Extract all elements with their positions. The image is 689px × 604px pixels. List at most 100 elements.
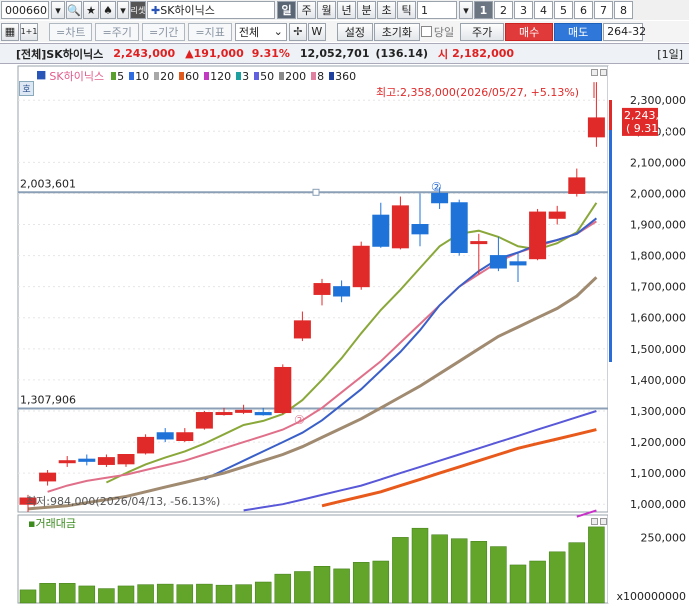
period-day-button[interactable]: 일: [277, 1, 296, 19]
w-icon[interactable]: W: [307, 22, 326, 41]
volume-bar: [352, 562, 370, 604]
market-filter-select[interactable]: 전체 ⌄: [234, 22, 287, 41]
legend-swatch: [329, 72, 335, 80]
menu-dropdown-button[interactable]: ▾: [117, 1, 129, 19]
period-month-button[interactable]: 월: [317, 1, 336, 19]
crosshair-icon[interactable]: ✢: [288, 22, 307, 41]
period-minute-label: 분: [361, 4, 372, 17]
minimize-icon[interactable]: [591, 69, 598, 76]
buy-button[interactable]: 매수: [505, 22, 554, 41]
one-plus-one-icon[interactable]: 1+1: [20, 22, 38, 41]
legend-item-360[interactable]: 360: [329, 68, 356, 84]
legend-item-3[interactable]: 3: [236, 68, 249, 84]
legend-item-8[interactable]: 8: [311, 68, 324, 84]
info-open-label: 시: [438, 47, 449, 61]
axis-panel: [608, 66, 689, 603]
legend-item-5[interactable]: 5: [111, 68, 124, 84]
search-icon[interactable]: 🔍: [66, 1, 82, 19]
volume-title: ▪거래대금: [28, 517, 76, 530]
high-annotation: 최고:2,358,000(2026/05/27, +5.13%): [376, 86, 579, 99]
current-price-value: 2,243,000: [624, 109, 680, 122]
sell-button[interactable]: 매도: [554, 22, 603, 41]
legend-item-200[interactable]: 200: [279, 68, 306, 84]
volume-bar: [176, 584, 194, 604]
legend-label: 20: [160, 69, 175, 83]
stock-code-field[interactable]: 000660: [1, 1, 49, 19]
legend-item-50[interactable]: 50: [254, 68, 274, 84]
volume-panel-controls[interactable]: [591, 518, 607, 525]
chart-count-8[interactable]: 8: [614, 1, 633, 19]
candle-body: [195, 412, 213, 429]
legend-item-10[interactable]: 10: [129, 68, 149, 84]
close-icon[interactable]: [600, 518, 607, 525]
price-panel-controls[interactable]: [591, 69, 607, 76]
reset-label: 리셋: [130, 5, 146, 15]
period-second-button[interactable]: 초: [377, 1, 396, 19]
period-month-label: 월: [321, 4, 332, 17]
volume-bar: [117, 585, 135, 604]
info-volume-ratio: (136.14): [375, 47, 429, 60]
chart-count-2[interactable]: 2: [494, 1, 513, 19]
candle-body: [470, 241, 488, 245]
legend-item-120[interactable]: 120: [204, 68, 231, 84]
price-button[interactable]: 주가: [460, 22, 505, 41]
stock-name-field[interactable]: ✚ SK하이닉스: [147, 1, 275, 19]
chevron-down-icon: ⌄: [273, 25, 283, 38]
candle-body: [587, 117, 605, 138]
chart-count-7[interactable]: 7: [594, 1, 613, 19]
chart-count-5[interactable]: 5: [554, 1, 573, 19]
period-year-button[interactable]: 년: [337, 1, 356, 19]
candle-body: [548, 211, 566, 219]
range-menu-button[interactable]: =기간: [141, 22, 186, 41]
volume-bar: [490, 546, 507, 604]
day-checkbox[interactable]: 당일: [420, 24, 454, 40]
indicator-menu-button[interactable]: =지표: [188, 22, 232, 41]
volume-bar: [509, 564, 527, 604]
volume-bar: [431, 534, 448, 604]
price-axis-tick: 1,500,000: [630, 343, 686, 356]
period-week-button[interactable]: 주: [297, 1, 316, 19]
candle-body: [97, 457, 115, 465]
side-label-box[interactable]: 호: [19, 81, 34, 96]
volume-bar: [470, 541, 488, 604]
price-axis-tick: 2,100,000: [630, 156, 686, 169]
volume-bar: [274, 573, 292, 604]
legend-label: 200: [285, 69, 307, 83]
chart-menu-label: =차트: [56, 25, 86, 39]
legend-item-20[interactable]: 20: [154, 68, 174, 84]
period-second-label: 초: [381, 4, 392, 17]
chart-menu-button[interactable]: =차트: [49, 22, 93, 41]
legend-item-60[interactable]: 60: [179, 68, 199, 84]
period-dropdown-button[interactable]: ▾: [459, 1, 473, 19]
period-tick-button[interactable]: 틱: [397, 1, 416, 19]
spade-icon[interactable]: ♠: [100, 1, 116, 19]
period-value-select[interactable]: 1: [417, 1, 457, 19]
minimize-icon[interactable]: [591, 518, 598, 525]
market-filter-value: 전체: [238, 25, 260, 39]
chart-count-1[interactable]: 1: [474, 1, 493, 19]
close-icon[interactable]: [600, 69, 607, 76]
code-dropdown-button[interactable]: ▾: [51, 1, 65, 19]
price-axis-tick: 1,600,000: [630, 312, 686, 325]
reset-button[interactable]: 리셋: [130, 1, 146, 19]
buy-label: 매수: [519, 25, 540, 39]
star-icon[interactable]: ★: [83, 1, 99, 19]
right-value-field[interactable]: 264-32: [603, 22, 646, 41]
chart-count-3-label: 3: [520, 3, 527, 17]
period-minute-button[interactable]: 분: [357, 1, 376, 19]
chart-count-3[interactable]: 3: [514, 1, 533, 19]
volume-bar: [215, 584, 233, 604]
setting-button[interactable]: 설정: [336, 22, 373, 41]
candle-body: [78, 458, 96, 462]
reset-init-button[interactable]: 초기화: [373, 22, 420, 41]
grid-icon[interactable]: ▦: [1, 22, 19, 41]
candle-body: [293, 320, 311, 339]
price-chart[interactable]: 2,003,601 1,307,906 최고:2,358,000(2026/05/2…: [0, 64, 689, 604]
chart-count-6-label: 6: [580, 3, 587, 17]
period-menu-button[interactable]: =주기: [95, 22, 139, 41]
volume-bar: [19, 589, 37, 604]
volume-bar: [333, 568, 350, 604]
chart-count-6[interactable]: 6: [574, 1, 593, 19]
candle-body: [156, 432, 174, 440]
chart-count-4[interactable]: 4: [534, 1, 553, 19]
